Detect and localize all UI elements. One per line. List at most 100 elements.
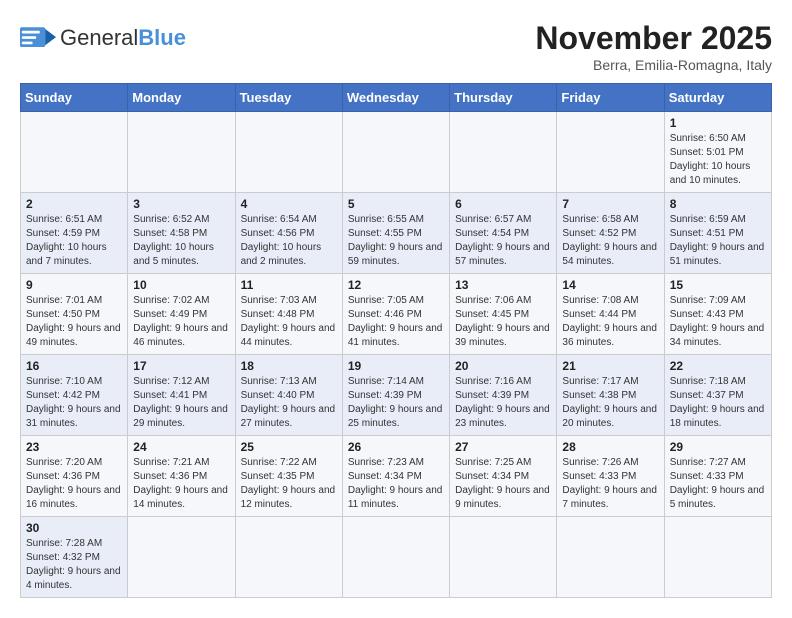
header-thursday: Thursday	[450, 84, 557, 112]
calendar-cell: 11 Sunrise: 7:03 AM Sunset: 4:48 PM Dayli…	[235, 274, 342, 355]
day-info: Sunrise: 7:13 AM Sunset: 4:40 PM Dayligh…	[241, 375, 337, 431]
header-area: GeneralBlue November 2025 Berra, Emilia-…	[20, 20, 772, 73]
calendar-cell: 16Sunrise: 7:10 AM Sunset: 4:42 PM Dayli…	[21, 355, 128, 436]
day-info: Sunrise: 7:20 AM Sunset: 4:36 PM Dayligh…	[26, 456, 122, 512]
calendar-cell: 29 Sunrise: 7:27 AM Sunset: 4:33 PM Dayli…	[664, 436, 771, 517]
calendar-cell: 26 Sunrise: 7:23 AM Sunset: 4:34 PM Dayli…	[342, 436, 449, 517]
day-info: Sunrise: 6:51 AM Sunset: 4:59 PM Dayligh…	[26, 213, 122, 269]
calendar-cell: 3 Sunrise: 6:52 AM Sunset: 4:58 PM Daylig…	[128, 193, 235, 274]
day-info: Sunrise: 7:08 AM Sunset: 4:44 PM Dayligh…	[562, 294, 658, 350]
day-number: 28	[562, 440, 658, 454]
location-subtitle: Berra, Emilia-Romagna, Italy	[535, 57, 772, 73]
day-number: 11	[241, 278, 337, 292]
calendar-week-1: 1 Sunrise: 6:50 AM Sunset: 5:01 PM Daylig…	[21, 112, 772, 193]
header-monday: Monday	[128, 84, 235, 112]
day-info: Sunrise: 7:22 AM Sunset: 4:35 PM Dayligh…	[241, 456, 337, 512]
calendar-cell: 19Sunrise: 7:14 AM Sunset: 4:39 PM Dayli…	[342, 355, 449, 436]
day-info: Sunrise: 6:58 AM Sunset: 4:52 PM Dayligh…	[562, 213, 658, 269]
calendar-cell: 23Sunrise: 7:20 AM Sunset: 4:36 PM Dayli…	[21, 436, 128, 517]
day-info: Sunrise: 6:54 AM Sunset: 4:56 PM Dayligh…	[241, 213, 337, 269]
day-number: 29	[670, 440, 766, 454]
day-info: Sunrise: 6:50 AM Sunset: 5:01 PM Dayligh…	[670, 132, 766, 188]
calendar-cell: 20 Sunrise: 7:16 AM Sunset: 4:39 PM Dayli…	[450, 355, 557, 436]
calendar-cell: 15 Sunrise: 7:09 AM Sunset: 4:43 PM Dayli…	[664, 274, 771, 355]
calendar-cell: 30 Sunrise: 7:28 AM Sunset: 4:32 PM Dayli…	[21, 517, 128, 598]
calendar-cell	[21, 112, 128, 193]
calendar-cell: 7 Sunrise: 6:58 AM Sunset: 4:52 PM Daylig…	[557, 193, 664, 274]
calendar-cell	[450, 112, 557, 193]
logo: GeneralBlue	[20, 20, 186, 56]
day-info: Sunrise: 7:10 AM Sunset: 4:42 PM Dayligh…	[26, 375, 122, 431]
day-info: Sunrise: 7:21 AM Sunset: 4:36 PM Dayligh…	[133, 456, 229, 512]
calendar-cell: 6 Sunrise: 6:57 AM Sunset: 4:54 PM Daylig…	[450, 193, 557, 274]
header-tuesday: Tuesday	[235, 84, 342, 112]
day-number: 20	[455, 359, 551, 373]
day-number: 10	[133, 278, 229, 292]
day-number: 17	[133, 359, 229, 373]
calendar-cell	[664, 517, 771, 598]
calendar-cell	[557, 112, 664, 193]
day-number: 25	[241, 440, 337, 454]
header-friday: Friday	[557, 84, 664, 112]
calendar-cell	[557, 517, 664, 598]
day-number: 1	[670, 116, 766, 130]
day-number: 21	[562, 359, 658, 373]
day-info: Sunrise: 7:26 AM Sunset: 4:33 PM Dayligh…	[562, 456, 658, 512]
day-info: Sunrise: 7:17 AM Sunset: 4:38 PM Dayligh…	[562, 375, 658, 431]
day-info: Sunrise: 7:02 AM Sunset: 4:49 PM Dayligh…	[133, 294, 229, 350]
day-number: 27	[455, 440, 551, 454]
calendar-cell: 9Sunrise: 7:01 AM Sunset: 4:50 PM Daylig…	[21, 274, 128, 355]
day-number: 24	[133, 440, 229, 454]
day-info: Sunrise: 7:03 AM Sunset: 4:48 PM Dayligh…	[241, 294, 337, 350]
calendar-cell: 24 Sunrise: 7:21 AM Sunset: 4:36 PM Dayli…	[128, 436, 235, 517]
calendar-cell	[128, 517, 235, 598]
day-number: 12	[348, 278, 444, 292]
calendar-cell: 1 Sunrise: 6:50 AM Sunset: 5:01 PM Daylig…	[664, 112, 771, 193]
calendar-week-2: 2 Sunrise: 6:51 AM Sunset: 4:59 PM Daylig…	[21, 193, 772, 274]
day-number: 7	[562, 197, 658, 211]
day-number: 15	[670, 278, 766, 292]
day-info: Sunrise: 7:06 AM Sunset: 4:45 PM Dayligh…	[455, 294, 551, 350]
calendar-cell	[342, 112, 449, 193]
day-info: Sunrise: 6:57 AM Sunset: 4:54 PM Dayligh…	[455, 213, 551, 269]
day-number: 13	[455, 278, 551, 292]
day-info: Sunrise: 7:23 AM Sunset: 4:34 PM Dayligh…	[348, 456, 444, 512]
day-info: Sunrise: 6:52 AM Sunset: 4:58 PM Dayligh…	[133, 213, 229, 269]
calendar-cell: 27Sunrise: 7:25 AM Sunset: 4:34 PM Dayli…	[450, 436, 557, 517]
calendar-week-4: 16Sunrise: 7:10 AM Sunset: 4:42 PM Dayli…	[21, 355, 772, 436]
calendar-cell	[235, 517, 342, 598]
calendar-cell: 22Sunrise: 7:18 AM Sunset: 4:37 PM Dayli…	[664, 355, 771, 436]
day-info: Sunrise: 7:18 AM Sunset: 4:37 PM Dayligh…	[670, 375, 766, 431]
title-area: November 2025 Berra, Emilia-Romagna, Ita…	[535, 20, 772, 73]
day-number: 30	[26, 521, 122, 535]
calendar-header: Sunday Monday Tuesday Wednesday Thursday…	[21, 84, 772, 112]
day-number: 26	[348, 440, 444, 454]
calendar-cell	[342, 517, 449, 598]
day-info: Sunrise: 6:55 AM Sunset: 4:55 PM Dayligh…	[348, 213, 444, 269]
calendar-cell: 13 Sunrise: 7:06 AM Sunset: 4:45 PM Dayli…	[450, 274, 557, 355]
day-number: 14	[562, 278, 658, 292]
calendar-cell: 14 Sunrise: 7:08 AM Sunset: 4:44 PM Dayli…	[557, 274, 664, 355]
day-info: Sunrise: 7:05 AM Sunset: 4:46 PM Dayligh…	[348, 294, 444, 350]
calendar-week-5: 23Sunrise: 7:20 AM Sunset: 4:36 PM Dayli…	[21, 436, 772, 517]
day-info: Sunrise: 6:59 AM Sunset: 4:51 PM Dayligh…	[670, 213, 766, 269]
day-info: Sunrise: 7:09 AM Sunset: 4:43 PM Dayligh…	[670, 294, 766, 350]
calendar-body: 1 Sunrise: 6:50 AM Sunset: 5:01 PM Daylig…	[21, 112, 772, 598]
day-number: 6	[455, 197, 551, 211]
day-number: 9	[26, 278, 122, 292]
calendar-cell: 2 Sunrise: 6:51 AM Sunset: 4:59 PM Daylig…	[21, 193, 128, 274]
day-info: Sunrise: 7:27 AM Sunset: 4:33 PM Dayligh…	[670, 456, 766, 512]
day-info: Sunrise: 7:28 AM Sunset: 4:32 PM Dayligh…	[26, 537, 122, 593]
day-info: Sunrise: 7:16 AM Sunset: 4:39 PM Dayligh…	[455, 375, 551, 431]
day-number: 2	[26, 197, 122, 211]
calendar-cell: 8Sunrise: 6:59 AM Sunset: 4:51 PM Daylig…	[664, 193, 771, 274]
day-info: Sunrise: 7:12 AM Sunset: 4:41 PM Dayligh…	[133, 375, 229, 431]
generalblue-logo-icon	[20, 20, 56, 56]
header-sunday: Sunday	[21, 84, 128, 112]
calendar-cell: 5Sunrise: 6:55 AM Sunset: 4:55 PM Daylig…	[342, 193, 449, 274]
day-number: 3	[133, 197, 229, 211]
calendar-cell: 25 Sunrise: 7:22 AM Sunset: 4:35 PM Dayli…	[235, 436, 342, 517]
header-saturday: Saturday	[664, 84, 771, 112]
calendar-cell: 18Sunrise: 7:13 AM Sunset: 4:40 PM Dayli…	[235, 355, 342, 436]
calendar-week-3: 9Sunrise: 7:01 AM Sunset: 4:50 PM Daylig…	[21, 274, 772, 355]
